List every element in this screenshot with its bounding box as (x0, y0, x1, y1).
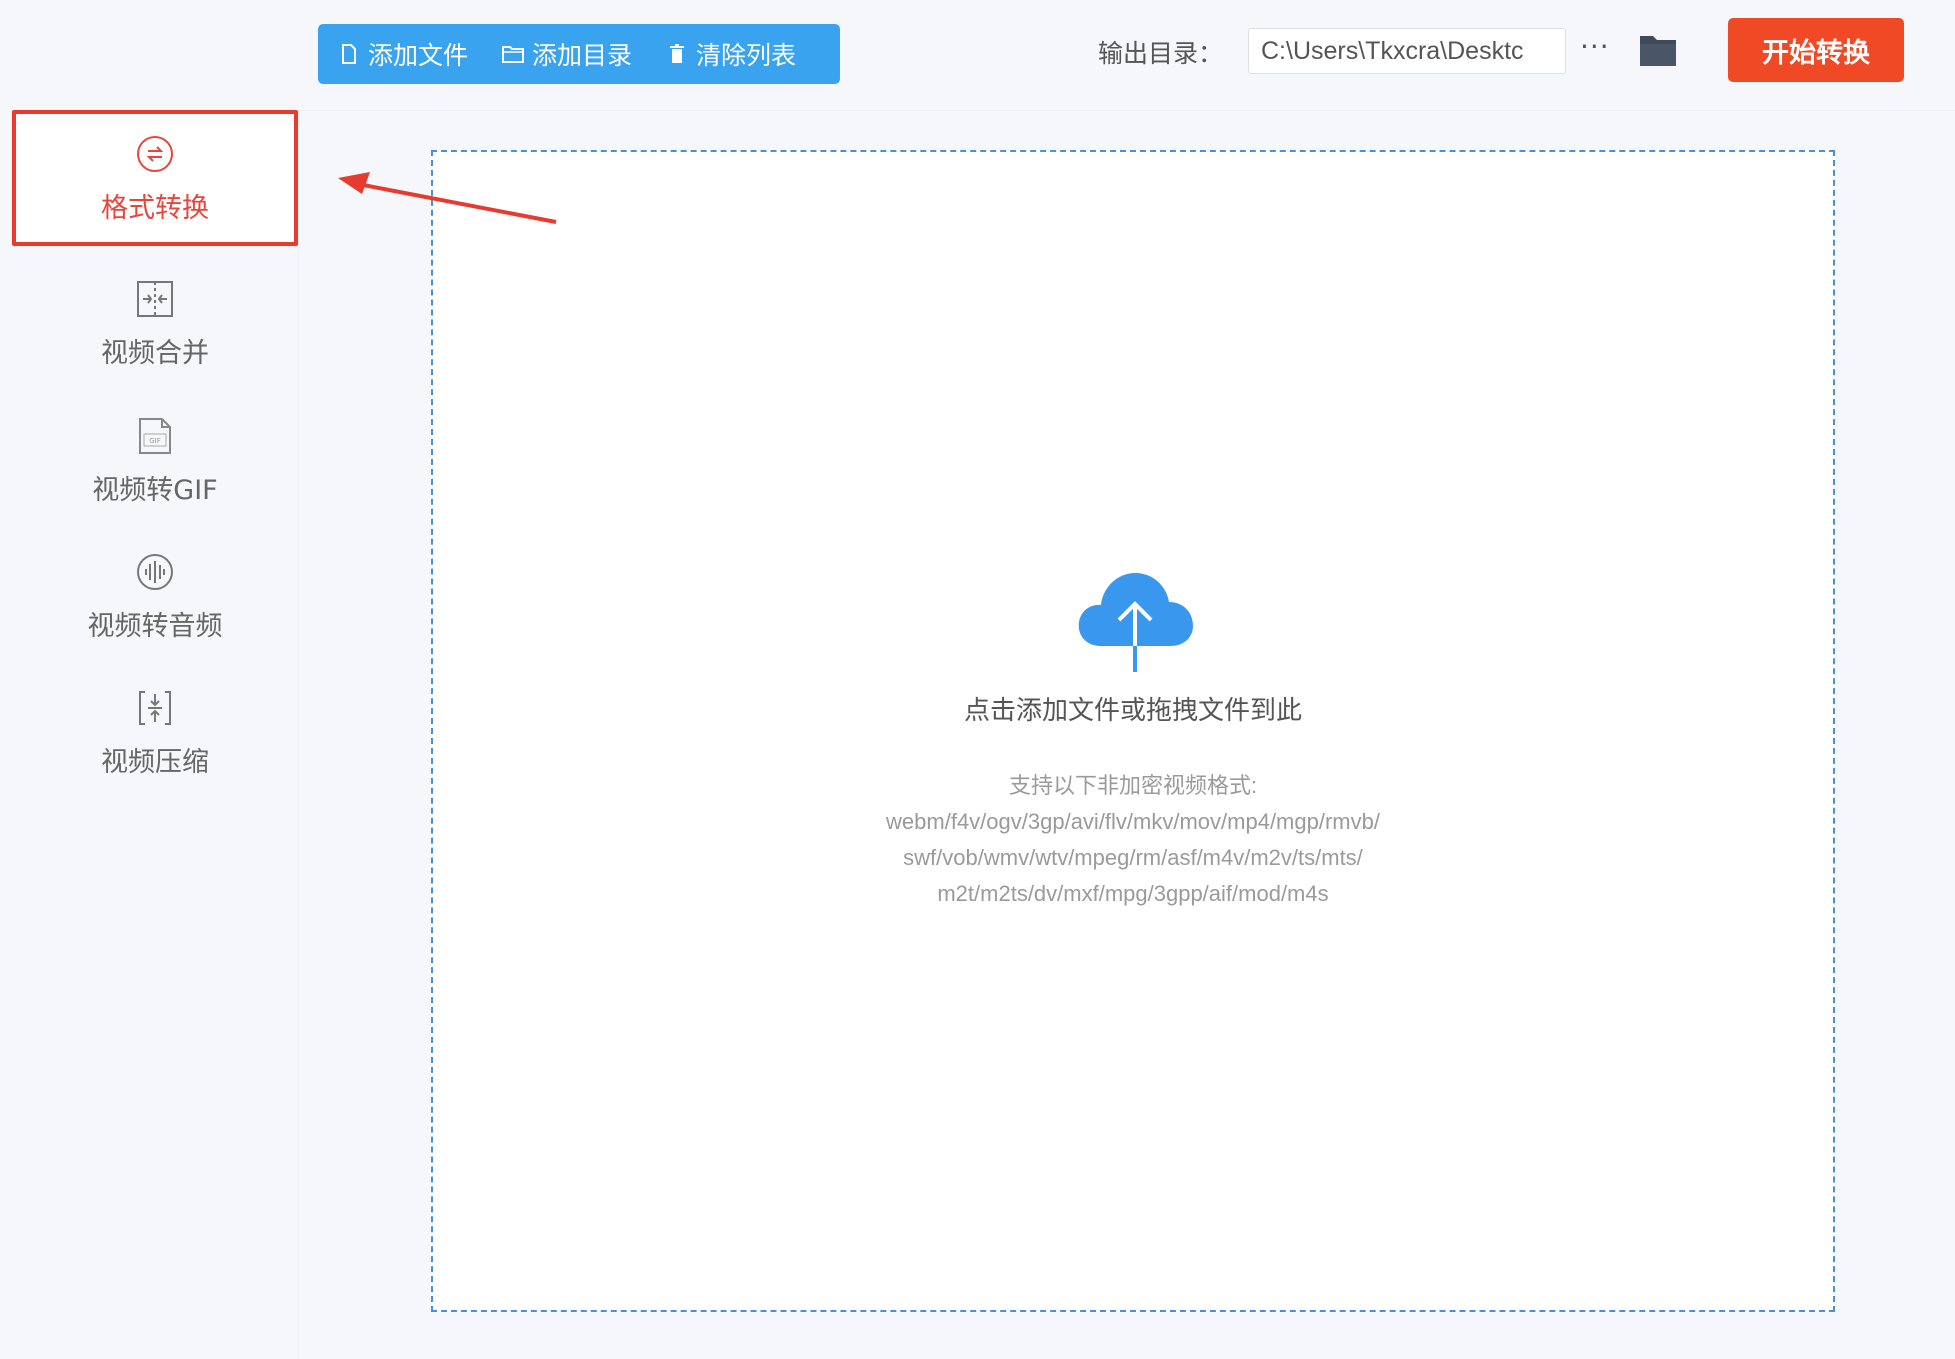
sidebar: 格式转换 视频合并 GIF 视频转GIF 视频转音频 视频压缩 (0, 0, 299, 1359)
add-directory-label: 添加目录 (532, 41, 633, 70)
formats-line: swf/vob/wmv/wtv/mpeg/rm/asf/m4v/m2v/ts/m… (903, 845, 1363, 870)
app-window: 格式转换 视频合并 GIF 视频转GIF 视频转音频 视频压缩 添加文件 添加目… (0, 0, 1955, 1359)
file-drop-zone[interactable]: 点击添加文件或拖拽文件到此 支持以下非加密视频格式: webm/f4v/ogv/… (431, 150, 1835, 1312)
sidebar-item-video-to-gif[interactable]: GIF 视频转GIF (12, 392, 298, 528)
formats-line: m2t/m2ts/dv/mxf/mpg/3gpp/aif/mod/m4s (937, 881, 1329, 906)
file-icon (338, 42, 360, 66)
video-merge-icon (133, 277, 177, 321)
sidebar-item-format-convert[interactable]: 格式转换 (12, 110, 298, 246)
sidebar-item-label: 格式转换 (101, 192, 209, 224)
output-dir-label: 输出目录： (1098, 39, 1224, 68)
svg-text:GIF: GIF (149, 437, 161, 445)
sidebar-item-video-compress[interactable]: 视频压缩 (12, 664, 298, 800)
add-directory-button[interactable]: 添加目录 (502, 36, 632, 72)
sidebar-item-video-to-audio[interactable]: 视频转音频 (12, 528, 298, 664)
clear-list-button[interactable]: 清除列表 (666, 36, 796, 72)
audio-wave-icon (133, 550, 177, 594)
compress-icon (133, 686, 177, 730)
sidebar-item-video-merge[interactable]: 视频合并 (12, 255, 298, 391)
file-action-group: 添加文件 添加目录 清除列表 (318, 24, 840, 84)
format-convert-icon (133, 132, 177, 176)
top-toolbar: 添加文件 添加目录 清除列表 输出目录： C:\Users\Tkxcra\Des… (298, 0, 1955, 111)
sidebar-item-label: 视频压缩 (101, 746, 209, 778)
browse-more-button[interactable]: ··· (1580, 30, 1610, 63)
folder-outline-icon (502, 42, 525, 66)
sidebar-item-label: 视频合并 (101, 337, 209, 369)
drop-zone-title: 点击添加文件或拖拽文件到此 (963, 696, 1302, 726)
supported-formats-title: 支持以下非加密视频格式: (1008, 773, 1258, 798)
sidebar-item-label: 视频转GIF (92, 474, 218, 506)
supported-formats: 支持以下非加密视频格式: webm/f4v/ogv/3gp/avi/flv/mk… (433, 768, 1833, 912)
clear-list-label: 清除列表 (696, 41, 797, 70)
trash-icon (666, 42, 688, 66)
output-dir-input[interactable]: C:\Users\Tkxcra\Desktc (1248, 28, 1566, 74)
cloud-upload-icon (1078, 572, 1193, 672)
sidebar-item-label: 视频转音频 (87, 610, 223, 642)
formats-line: webm/f4v/ogv/3gp/avi/flv/mkv/mov/mp4/mgp… (886, 809, 1380, 834)
start-convert-button[interactable]: 开始转换 (1728, 18, 1904, 82)
add-file-button[interactable]: 添加文件 (338, 36, 468, 72)
open-folder-icon[interactable] (1638, 32, 1678, 68)
gif-file-icon: GIF (133, 414, 177, 458)
add-file-label: 添加文件 (368, 41, 469, 70)
